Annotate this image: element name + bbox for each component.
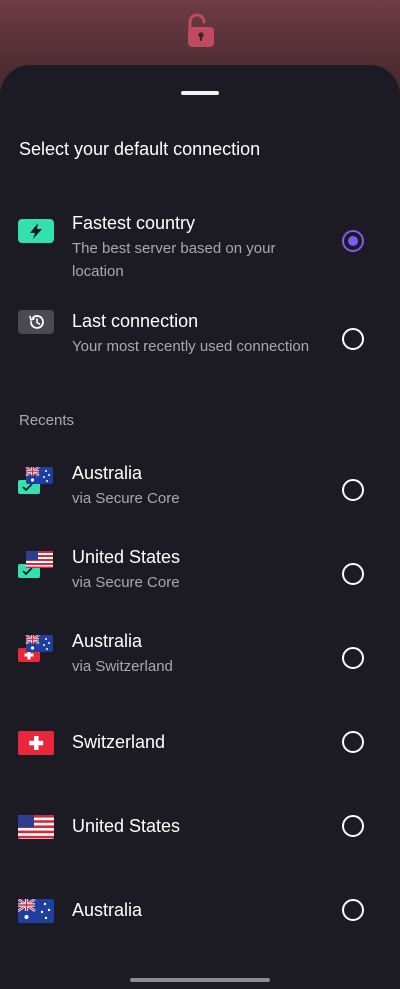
- history-icon: [18, 310, 54, 334]
- radio-unselected[interactable]: [342, 647, 364, 669]
- recent-item[interactable]: Australia: [0, 883, 400, 939]
- recent-item[interactable]: United States via Secure Core: [0, 547, 400, 603]
- radio-unselected[interactable]: [342, 563, 364, 585]
- drag-handle[interactable]: [181, 91, 219, 95]
- united-states-flag-icon: [18, 815, 54, 839]
- option-fastest-country[interactable]: Fastest country The best server based on…: [0, 210, 400, 286]
- recent-via: via Secure Core: [72, 490, 180, 507]
- option-description: The best server based on your location: [72, 240, 276, 280]
- australia-secure-core-flag-icon: [18, 467, 53, 494]
- radio-unselected[interactable]: [342, 479, 364, 501]
- recent-via: via Secure Core: [72, 574, 180, 591]
- radio-unselected[interactable]: [342, 328, 364, 350]
- recent-country: Switzerland: [72, 732, 166, 752]
- recent-item[interactable]: Australia via Secure Core: [0, 463, 400, 519]
- option-label: Fastest country: [72, 213, 196, 233]
- recent-item[interactable]: Australia via Switzerland: [0, 631, 400, 687]
- bolt-icon: [18, 219, 54, 243]
- option-description: Your most recently used connection: [72, 338, 310, 355]
- radio-unselected[interactable]: [342, 899, 364, 921]
- recents-header: Recents: [19, 412, 75, 429]
- recent-via: via Switzerland: [72, 658, 173, 675]
- radio-selected[interactable]: [342, 230, 364, 252]
- recent-item[interactable]: United States: [0, 799, 400, 855]
- australia-via-switzerland-flag-icon: [18, 635, 53, 662]
- radio-unselected[interactable]: [342, 731, 364, 753]
- recent-country: United States: [72, 547, 181, 567]
- recent-country: Australia: [72, 463, 143, 483]
- unlocked-lock-icon: [188, 13, 214, 47]
- option-last-connection[interactable]: Last connection Your most recently used …: [0, 308, 400, 384]
- switzerland-flag-icon: [18, 731, 54, 755]
- recent-country: United States: [72, 816, 181, 836]
- recent-country: Australia: [72, 631, 143, 651]
- australia-flag-icon: [18, 899, 54, 923]
- united-states-secure-core-flag-icon: [18, 551, 53, 578]
- recent-item[interactable]: Switzerland: [0, 715, 400, 771]
- radio-unselected[interactable]: [342, 815, 364, 837]
- recent-country: Australia: [72, 900, 143, 920]
- bottom-sheet: Select your default connection Fastest c…: [0, 65, 400, 989]
- option-label: Last connection: [72, 311, 199, 331]
- gesture-navigation-bar[interactable]: [130, 978, 270, 982]
- sheet-title: Select your default connection: [19, 139, 261, 159]
